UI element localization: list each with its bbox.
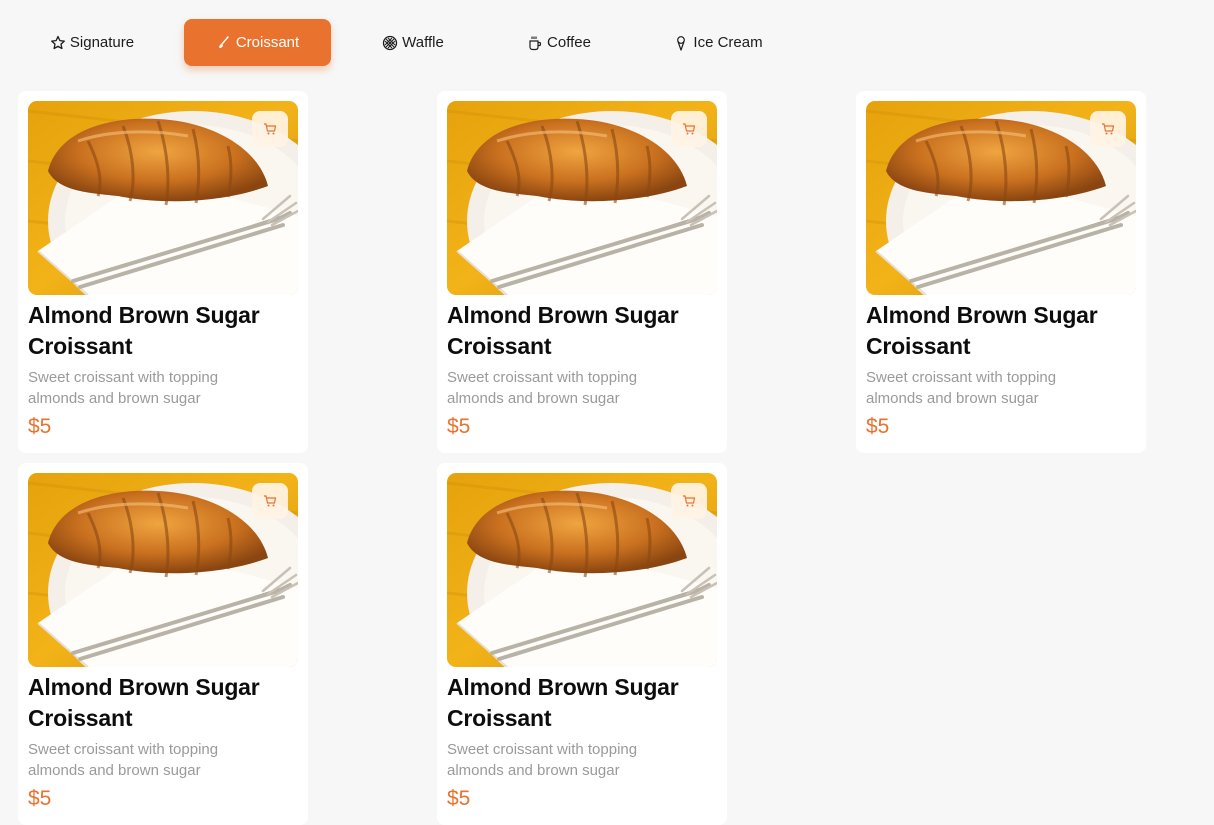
- product-card[interactable]: Almond Brown Sugar Croissant Sweet crois…: [437, 463, 727, 825]
- star-icon: [50, 35, 66, 51]
- tab-croissant[interactable]: Croissant: [184, 19, 331, 66]
- coffee-icon: [527, 35, 543, 51]
- tab-label: Waffle: [402, 34, 444, 51]
- product-image: [28, 473, 298, 667]
- product-card[interactable]: Almond Brown Sugar Croissant Sweet crois…: [18, 463, 308, 825]
- add-to-cart-button[interactable]: [671, 483, 707, 519]
- product-description: Sweet croissant with topping almonds and…: [28, 369, 219, 407]
- waffle-icon: [382, 35, 398, 51]
- product-price: $5: [866, 415, 890, 438]
- cart-icon: [263, 122, 277, 136]
- product-description: Sweet croissant with topping almonds and…: [447, 741, 638, 779]
- product-card[interactable]: Almond Brown Sugar Croissant Sweet crois…: [437, 91, 727, 453]
- tab-label: Coffee: [547, 34, 591, 51]
- product-image: [866, 101, 1136, 295]
- product-price: $5: [447, 415, 471, 438]
- tab-waffle[interactable]: Waffle: [372, 19, 454, 66]
- add-to-cart-button[interactable]: [1090, 111, 1126, 147]
- product-price: $5: [28, 787, 52, 810]
- product-description: Sweet croissant with topping almonds and…: [866, 369, 1057, 407]
- tab-label: Ice Cream: [693, 34, 763, 51]
- tab-label: Croissant: [235, 34, 300, 51]
- cart-icon: [682, 122, 696, 136]
- cart-icon: [682, 494, 696, 508]
- product-image: [447, 101, 717, 295]
- brush-icon: [216, 35, 232, 51]
- product-title: Almond Brown Sugar Croissant: [447, 302, 679, 359]
- product-description: Sweet croissant with topping almonds and…: [447, 369, 638, 407]
- product-image: [28, 101, 298, 295]
- product-title: Almond Brown Sugar Croissant: [28, 302, 260, 359]
- tab-ice-cream[interactable]: Ice Cream: [666, 19, 770, 66]
- product-title: Almond Brown Sugar Croissant: [447, 674, 679, 731]
- add-to-cart-button[interactable]: [671, 111, 707, 147]
- tab-coffee[interactable]: Coffee: [520, 19, 598, 66]
- cart-icon: [1101, 122, 1115, 136]
- product-image: [447, 473, 717, 667]
- cart-icon: [263, 494, 277, 508]
- tab-signature[interactable]: Signature: [40, 19, 144, 66]
- category-tabs: Signature Croissant Waffle Coffee Ice Cr…: [0, 0, 1214, 80]
- product-description: Sweet croissant with topping almonds and…: [28, 741, 219, 779]
- ice-cream-icon: [673, 35, 689, 51]
- product-title: Almond Brown Sugar Croissant: [866, 302, 1098, 359]
- product-card[interactable]: Almond Brown Sugar Croissant Sweet crois…: [18, 91, 308, 453]
- add-to-cart-button[interactable]: [252, 111, 288, 147]
- product-price: $5: [447, 787, 471, 810]
- tab-label: Signature: [69, 34, 135, 51]
- product-title: Almond Brown Sugar Croissant: [28, 674, 260, 731]
- product-price: $5: [28, 415, 52, 438]
- product-card[interactable]: Almond Brown Sugar Croissant Sweet crois…: [856, 91, 1146, 453]
- add-to-cart-button[interactable]: [252, 483, 288, 519]
